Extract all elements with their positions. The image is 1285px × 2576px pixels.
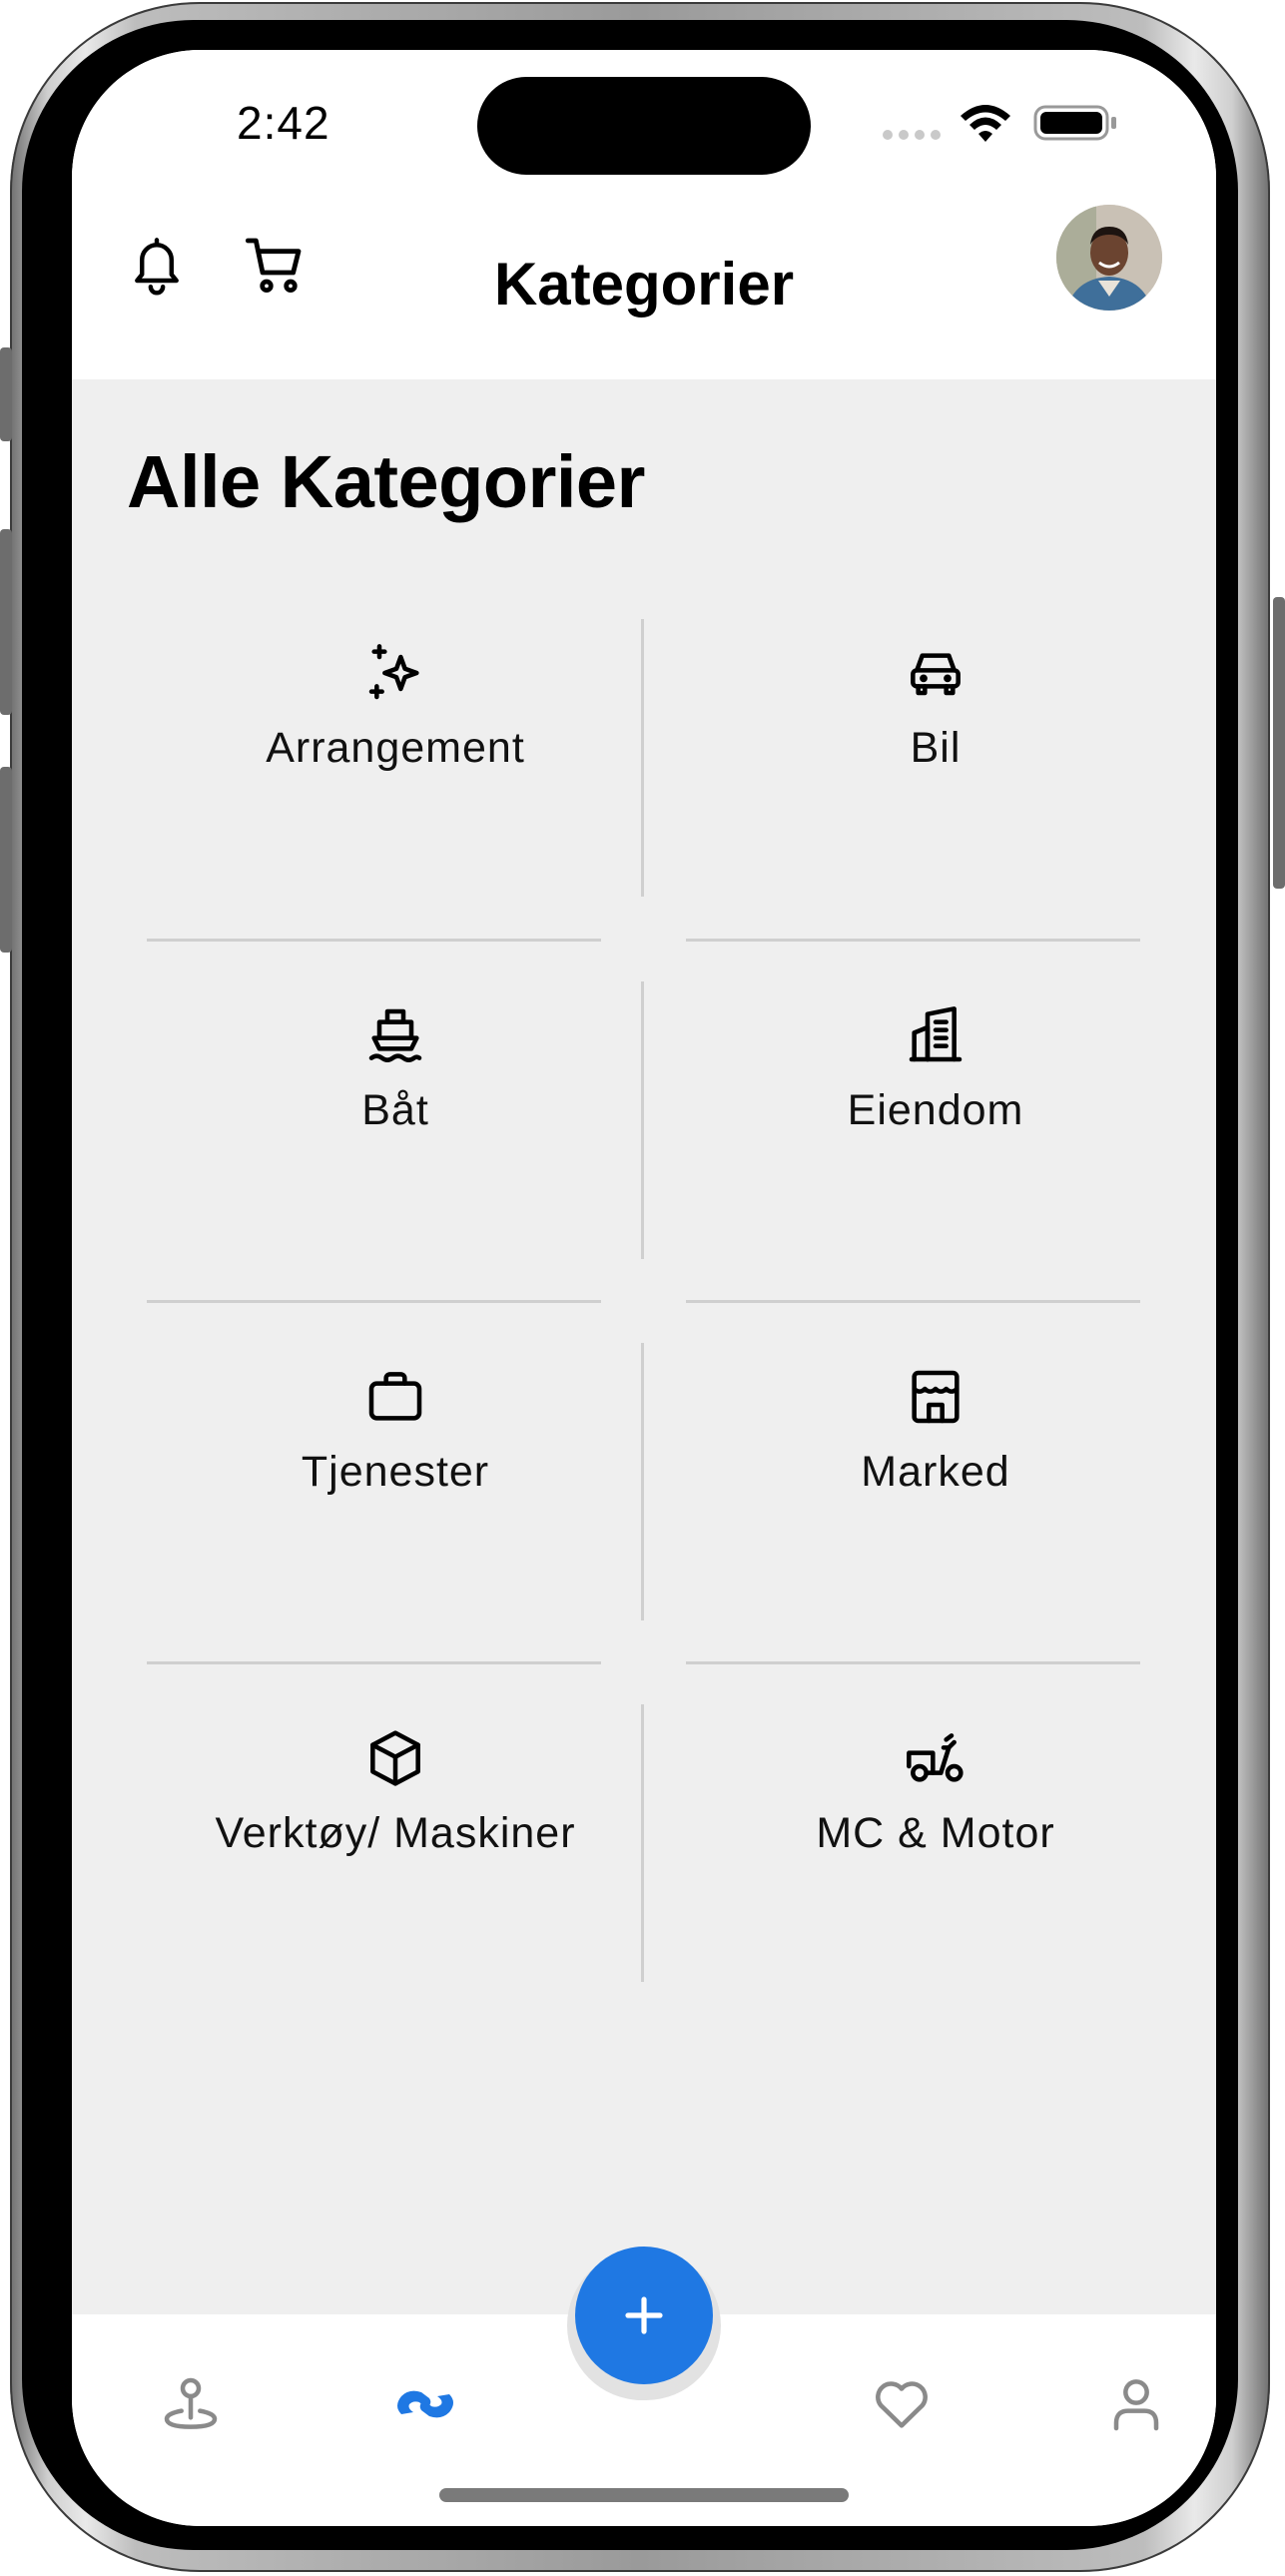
heart-icon bbox=[876, 2381, 928, 2428]
scooter-icon bbox=[907, 1733, 964, 1782]
ship-icon bbox=[368, 1008, 422, 1062]
add-listing-button[interactable] bbox=[575, 2247, 713, 2384]
sparkles-icon bbox=[368, 644, 419, 700]
category-label: Bil bbox=[910, 724, 962, 772]
category-label: Arrangement bbox=[266, 724, 525, 772]
briefcase-icon bbox=[368, 1372, 422, 1421]
user-icon bbox=[1113, 2379, 1159, 2431]
wifi-icon bbox=[961, 105, 1010, 142]
category-bat[interactable]: Båt bbox=[171, 937, 620, 1236]
app-header: Kategorier bbox=[72, 180, 1216, 379]
phone-power-button bbox=[1273, 597, 1285, 889]
category-label: Båt bbox=[361, 1086, 429, 1134]
dynamic-island bbox=[477, 77, 811, 175]
category-label: Marked bbox=[861, 1448, 1010, 1496]
divider-vertical bbox=[641, 1704, 644, 1982]
category-label: MC & Motor bbox=[816, 1809, 1055, 1857]
status-time: 2:42 bbox=[237, 97, 330, 149]
store-icon bbox=[912, 1370, 960, 1424]
category-grid: Arrangement Bil Båt Eiendom Tjenester Ma… bbox=[72, 379, 1216, 2366]
category-label: Tjenester bbox=[301, 1448, 490, 1496]
category-bil[interactable]: Bil bbox=[711, 574, 1160, 874]
divider-vertical bbox=[641, 981, 644, 1259]
phone-volume-up-button bbox=[0, 529, 12, 715]
phone-volume-down-button bbox=[0, 767, 12, 953]
avatar[interactable] bbox=[1056, 205, 1162, 311]
category-eiendom[interactable]: Eiendom bbox=[711, 937, 1160, 1236]
phone-action-button bbox=[0, 347, 12, 441]
battery-icon bbox=[1033, 105, 1116, 141]
tab-favorites[interactable] bbox=[862, 2364, 942, 2444]
category-tjenester[interactable]: Tjenester bbox=[171, 1298, 620, 1598]
tab-home[interactable] bbox=[385, 2364, 465, 2444]
category-label: Eiendom bbox=[847, 1086, 1024, 1134]
map-pin-icon bbox=[164, 2377, 218, 2429]
category-mc-motor[interactable]: MC & Motor bbox=[711, 1659, 1160, 1959]
box-icon bbox=[370, 1730, 420, 1786]
app-logo-icon bbox=[397, 2390, 453, 2418]
plus-icon bbox=[625, 2296, 663, 2334]
tab-map[interactable] bbox=[151, 2364, 231, 2444]
category-arrangement[interactable]: Arrangement bbox=[171, 574, 620, 874]
car-icon bbox=[911, 653, 961, 696]
tab-profile[interactable] bbox=[1096, 2364, 1176, 2444]
category-marked[interactable]: Marked bbox=[711, 1298, 1160, 1598]
screen: 2:42 Kategorier Alle Kategorier Arrangem… bbox=[72, 50, 1216, 2526]
status-bar: 2:42 bbox=[72, 50, 1216, 180]
home-indicator bbox=[439, 2488, 849, 2502]
building-icon bbox=[909, 1006, 963, 1062]
page-title: Kategorier bbox=[493, 251, 795, 318]
divider-vertical bbox=[641, 1343, 644, 1620]
category-verktoy-maskiner[interactable]: Verktøy/ Maskiner bbox=[171, 1659, 620, 1959]
categories-content: Alle Kategorier Arrangement Bil Båt Eien… bbox=[72, 379, 1216, 2366]
category-label: Verktøy/ Maskiner bbox=[215, 1809, 576, 1857]
divider-vertical bbox=[641, 619, 644, 897]
cellular-signal-icon bbox=[883, 130, 941, 140]
